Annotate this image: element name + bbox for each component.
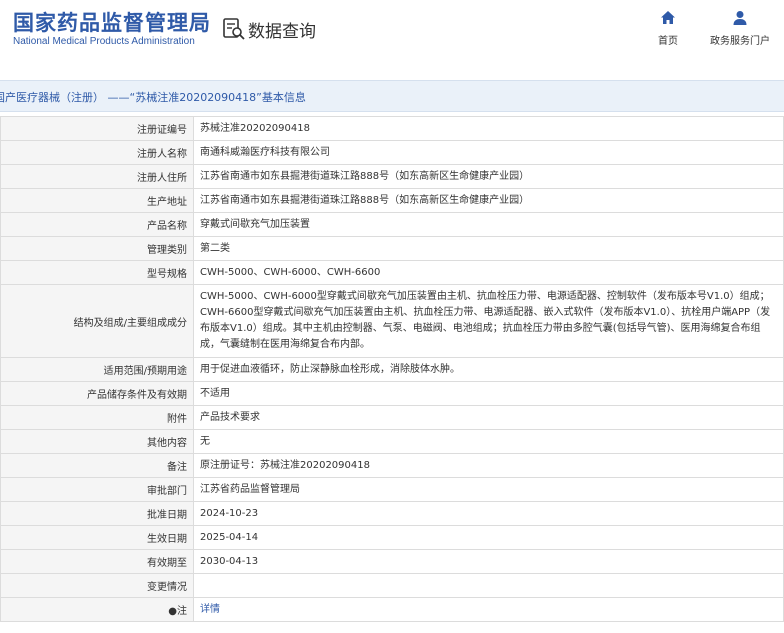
detail-table: 注册证编号 苏械注准20202090418 注册人名称 南通科威瀚医疗科技有限公… [0,116,784,622]
row-value: 详情 [193,597,784,622]
row-label: 注册证编号 [0,116,194,141]
table-row: 注册证编号 苏械注准20202090418 [0,116,784,141]
row-value: 江苏省南通市如东县掘港街道珠江路888号（如东高新区生命健康产业园） [193,164,784,189]
row-value: 用于促进血液循环，防止深静脉血栓形成，消除肢体水肿。 [193,357,784,382]
row-label: 备注 [0,453,194,478]
nav-home[interactable]: 首页 [658,10,678,47]
row-value: 无 [193,429,784,454]
row-value: 2024-10-23 [193,501,784,526]
table-row: 备注 原注册证号：苏械注准20202090418 [0,453,784,478]
row-label: 有效期至 [0,549,194,574]
row-value: 2025-04-14 [193,525,784,550]
site-logo-subtitle: National Medical Products Administration [13,36,195,47]
row-label: 其他内容 [0,429,194,454]
table-row: 注册人住所 江苏省南通市如东县掘港街道珠江路888号（如东高新区生命健康产业园） [0,164,784,189]
row-label: 生产地址 [0,188,194,213]
row-label: 产品名称 [0,212,194,237]
document-search-icon [223,18,245,40]
table-row: 型号规格 CWH-5000、CWH-6000、CWH-6600 [0,260,784,285]
table-row: 附件 产品技术要求 [0,405,784,430]
row-label: ●注 [0,597,194,622]
row-label: 注册人住所 [0,164,194,189]
table-row: 其他内容 无 [0,429,784,454]
row-value: 2030-04-13 [193,549,784,574]
table-row: 审批部门 江苏省药品监督管理局 [0,477,784,502]
row-label: 产品储存条件及有效期 [0,381,194,406]
table-row: 产品名称 穿戴式间歇充气加压装置 [0,212,784,237]
table-row: 适用范围/预期用途 用于促进血液循环，防止深静脉血栓形成，消除肢体水肿。 [0,357,784,382]
row-value: 江苏省药品监督管理局 [193,477,784,502]
table-row: 生产地址 江苏省南通市如东县掘港街道珠江路888号（如东高新区生命健康产业园） [0,188,784,213]
nav-home-label: 首页 [658,36,678,47]
site-logo-title: 国家药品监督管理局 [13,11,211,35]
row-value [193,573,784,598]
nav-service-portal-label: 政务服务门户 [710,36,770,47]
row-value: 第二类 [193,236,784,261]
row-label: 批准日期 [0,501,194,526]
site-header: 国家药品监督管理局 National Medical Products Admi… [0,0,784,62]
row-value: CWH-5000、CWH-6000、CWH-6600 [193,260,784,285]
table-row: ●注 详情 [0,597,784,622]
home-icon [661,11,675,24]
row-label: 结构及组成/主要组成成分 [0,284,194,358]
breadcrumb: 国产医疗器械（注册） ——“苏械注准20202090418”基本信息 [0,80,784,112]
details-link[interactable]: 详情 [200,604,220,615]
table-row: 注册人名称 南通科威瀚医疗科技有限公司 [0,140,784,165]
table-row: 批准日期 2024-10-23 [0,501,784,526]
row-value: 原注册证号：苏械注准20202090418 [193,453,784,478]
row-label: 变更情况 [0,573,194,598]
table-row: 有效期至 2030-04-13 [0,549,784,574]
data-query-title: 数据查询 [248,21,316,42]
row-value: 江苏省南通市如东县掘港街道珠江路888号（如东高新区生命健康产业园） [193,188,784,213]
row-value: 南通科威瀚医疗科技有限公司 [193,140,784,165]
row-label: 附件 [0,405,194,430]
table-row: 产品储存条件及有效期 不适用 [0,381,784,406]
row-value: 产品技术要求 [193,405,784,430]
row-value: 苏械注准20202090418 [193,116,784,141]
row-label: 适用范围/预期用途 [0,357,194,382]
row-value: 不适用 [193,381,784,406]
table-row: 结构及组成/主要组成成分 CWH-5000、CWH-6000型穿戴式间歇充气加压… [0,284,784,358]
breadcrumb-text: 国产医疗器械（注册） ——“苏械注准20202090418”基本信息 [0,91,306,104]
row-value: 穿戴式间歇充气加压装置 [193,212,784,237]
user-icon [733,11,747,25]
table-row: 变更情况 [0,573,784,598]
row-label: 注册人名称 [0,140,194,165]
data-query-heading: 数据查询 [222,16,316,42]
row-label: 审批部门 [0,477,194,502]
row-label: 管理类别 [0,236,194,261]
row-label: 型号规格 [0,260,194,285]
table-row: 管理类别 第二类 [0,236,784,261]
table-row: 生效日期 2025-04-14 [0,525,784,550]
row-value: CWH-5000、CWH-6000型穿戴式间歇充气加压装置由主机、抗血栓压力带、… [193,284,784,358]
row-label: 生效日期 [0,525,194,550]
nav-service-portal[interactable]: 政务服务门户 [710,10,770,47]
